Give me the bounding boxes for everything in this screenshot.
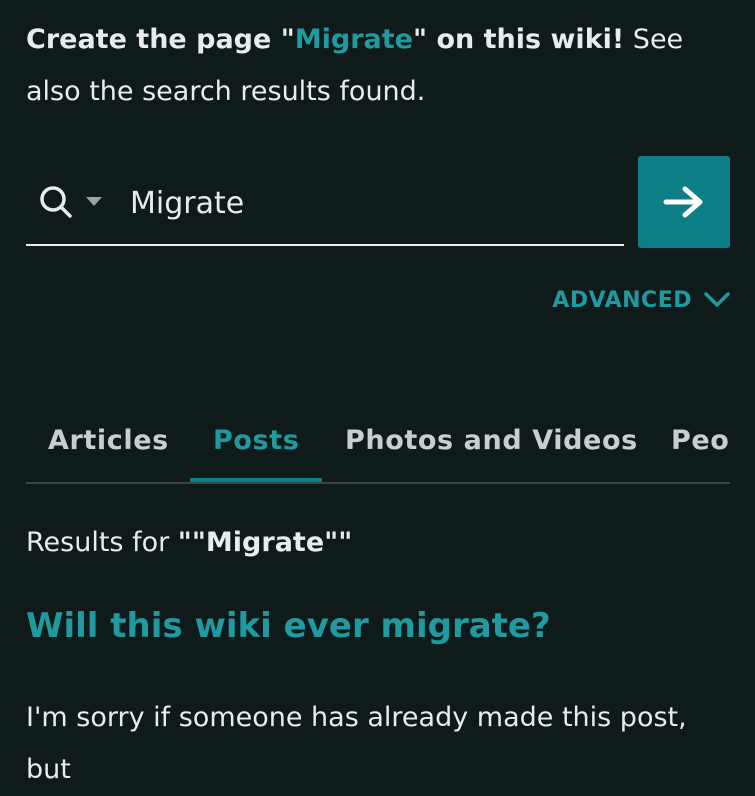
search-input[interactable]: [128, 180, 612, 226]
search-icon[interactable]: [38, 184, 74, 220]
active-tab-indicator: [190, 478, 322, 482]
arrow-right-icon: [663, 186, 703, 218]
advanced-label: ADVANCED: [552, 287, 692, 313]
tab-posts[interactable]: Posts: [213, 400, 299, 482]
result-snippet: I'm sorry if someone has already made th…: [26, 702, 687, 785]
results-prefix: Results for: [26, 527, 178, 558]
caret-down-icon[interactable]: [86, 197, 102, 207]
create-page-notice: Create the page "Migrate" on this wiki! …: [26, 14, 726, 118]
tab-articles[interactable]: Articles: [48, 400, 169, 482]
chevron-down-icon: [704, 292, 730, 307]
results-heading: Results for ""Migrate"": [26, 527, 352, 558]
search-bar: [26, 158, 624, 246]
results-query: ""Migrate"": [177, 527, 353, 558]
result-title-link[interactable]: Will this wiki ever migrate?: [26, 606, 551, 646]
create-prefix: Create the page ": [26, 24, 295, 55]
create-suffix: " on this wiki!: [413, 24, 625, 55]
search-tabs: Articles Posts Photos and Videos Peo: [26, 400, 730, 484]
search-submit-button[interactable]: [638, 156, 730, 248]
create-page-link[interactable]: Migrate: [295, 24, 413, 55]
advanced-toggle[interactable]: ADVANCED: [552, 280, 730, 320]
tab-photos-and-videos[interactable]: Photos and Videos: [345, 400, 638, 482]
tab-people[interactable]: Peo: [671, 400, 729, 482]
